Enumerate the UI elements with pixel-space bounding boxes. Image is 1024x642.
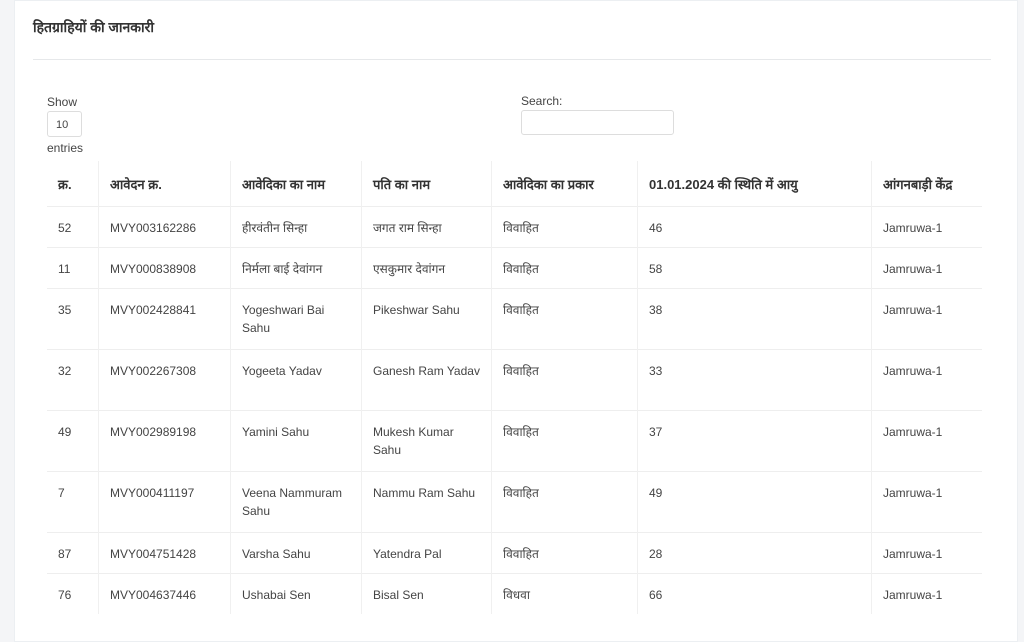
table-cell: Yamini Sahu (230, 410, 362, 472)
search-control: Search: (521, 94, 674, 135)
table-cell: 33 (637, 349, 872, 411)
column-header[interactable]: 01.01.2024 की स्थिति में आयु (637, 161, 872, 207)
table-cell: 38 (637, 288, 872, 350)
table-cell: MVY003162286 (98, 206, 231, 248)
table-cell: एसकुमार देवांगन (361, 247, 492, 289)
table-cell: MVY002428841 (98, 288, 231, 350)
table-cell: 58 (637, 247, 872, 289)
table-cell: Jamruwa-1 (871, 206, 982, 248)
column-header[interactable]: आवेदन क्र. (98, 161, 231, 207)
table-cell: 49 (47, 410, 99, 472)
table-cell: Veena Nammuram Sahu (230, 471, 362, 533)
table-cell: विवाहित (491, 349, 638, 411)
table-cell: MVY000838908 (98, 247, 231, 289)
table-cell: विवाहित (491, 532, 638, 574)
table-cell: 52 (47, 206, 99, 248)
length-control: Show 10 entries (47, 94, 83, 156)
table-row[interactable]: 87 MVY004751428 Varsha Sahu Yatendra Pal विव… (47, 532, 982, 574)
table-cell: Yogeeta Yadav (230, 349, 362, 411)
table-cell: Nammu Ram Sahu (361, 471, 492, 533)
table-cell: Pikeshwar Sahu (361, 288, 492, 350)
table-cell: हीरवंतीन सिन्हा (230, 206, 362, 248)
table-cell: विवाहित (491, 288, 638, 350)
table-row[interactable]: 52 MVY003162286 हीरवंतीन सिन्हा जगत राम सिन… (47, 206, 982, 248)
column-header[interactable]: आवेदिका का प्रकार (491, 161, 638, 207)
table-cell: विवाहित (491, 206, 638, 248)
table-cell: Jamruwa-1 (871, 247, 982, 289)
show-label: Show (47, 95, 78, 109)
table-cell: विवाहित (491, 247, 638, 289)
table-cell: 35 (47, 288, 99, 350)
table-cell: 76 (47, 573, 99, 614)
table-cell: जगत राम सिन्हा (361, 206, 492, 248)
search-input[interactable] (521, 110, 674, 135)
table-cell: MVY002989198 (98, 410, 231, 472)
table-cell: Yogeshwari Bai Sahu (230, 288, 362, 350)
entries-label: entries (47, 141, 84, 155)
column-header[interactable]: आंगनबाड़ी केंद्र (872, 161, 983, 207)
page-title: हितग्राहियों की जानकारी (33, 19, 155, 35)
table-cell: Ganesh Ram Yadav (361, 349, 492, 411)
table-cell: विवाहित (491, 410, 638, 472)
search-label: Search: (521, 94, 563, 108)
table-cell: Varsha Sahu (230, 532, 362, 574)
table-cell: Mukesh Kumar Sahu (361, 410, 492, 472)
column-header[interactable]: क्र. (47, 161, 99, 207)
column-header[interactable]: आवेदिका का नाम (230, 161, 362, 207)
table-row[interactable]: 76 MVY004637446 Ushabai Sen Bisal Sen विधवा 6… (47, 573, 982, 614)
table-cell: 46 (637, 206, 872, 248)
column-header[interactable]: पति का नाम (361, 161, 492, 207)
table-cell: MVY004637446 (98, 573, 231, 614)
table-cell: MVY000411197 (98, 471, 231, 533)
table-cell: Jamruwa-1 (871, 532, 982, 574)
table-cell: Jamruwa-1 (871, 288, 982, 350)
table-cell: Jamruwa-1 (871, 573, 982, 614)
table-cell: Jamruwa-1 (871, 410, 982, 472)
divider (33, 59, 991, 60)
table-cell: 32 (47, 349, 99, 411)
table-cell: MVY004751428 (98, 532, 231, 574)
table-row[interactable]: 49 MVY002989198 Yamini Sahu Mukesh Kumar Sa… (47, 410, 982, 472)
table-cell: 49 (637, 471, 872, 533)
table-cell: MVY002267308 (98, 349, 231, 411)
table-cell: Jamruwa-1 (871, 471, 982, 533)
table-cell: Ushabai Sen (230, 573, 362, 614)
beneficiary-card: हितग्राहियों की जानकारी Show 10 entries … (14, 0, 1018, 642)
entries-length-select[interactable]: 10 (47, 111, 82, 137)
table-cell: Bisal Sen (361, 573, 492, 614)
beneficiary-table: क्र. आवेदन क्र. आवेदिका का नाम पति का नाम आव… (47, 161, 982, 614)
table-cell: विवाहित (491, 471, 638, 533)
table-cell: 37 (637, 410, 872, 472)
table-row[interactable]: 7 MVY000411197 Veena Nammuram Sahu Nammu Ra… (47, 471, 982, 533)
table-cell: विधवा (491, 573, 638, 614)
table-cell: Jamruwa-1 (871, 349, 982, 411)
table-cell: 7 (47, 471, 99, 533)
table-cell: 66 (637, 573, 872, 614)
table-cell: निर्मला बाई देवांगन (230, 247, 362, 289)
table-cell: 28 (637, 532, 872, 574)
table-row[interactable]: 32 MVY002267308 Yogeeta Yadav Ganesh Ram Ya… (47, 349, 982, 411)
table-row[interactable]: 11 MVY000838908 निर्मला बाई देवांगन एसकुमार… (47, 247, 982, 289)
table-cell: 11 (47, 247, 99, 289)
table-cell: 87 (47, 532, 99, 574)
table-cell: Yatendra Pal (361, 532, 492, 574)
table-row[interactable]: 35 MVY002428841 Yogeshwari Bai Sahu Pikeshw… (47, 288, 982, 350)
